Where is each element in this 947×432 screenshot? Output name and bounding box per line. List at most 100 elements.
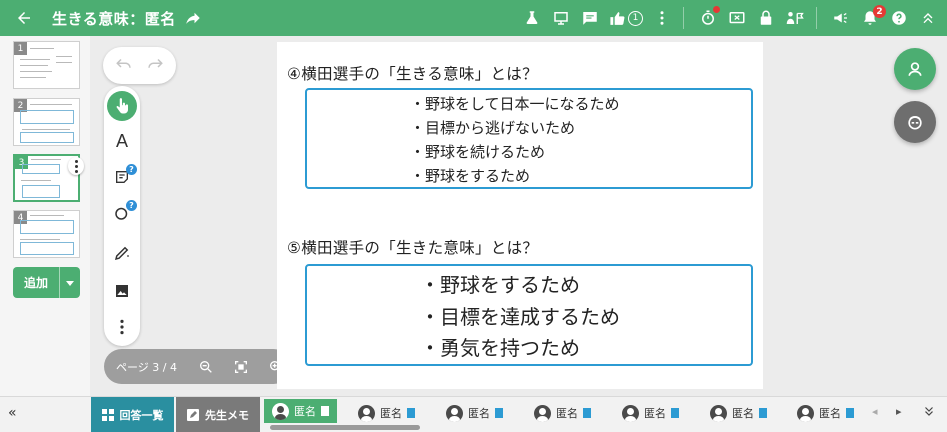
teacher-view-button[interactable] (894, 101, 936, 143)
comment-icon[interactable] (577, 5, 603, 31)
undo-redo-group (103, 47, 176, 84)
answer-item: ・目標から逃げないため (410, 119, 576, 137)
edit-note-icon (187, 409, 199, 421)
zoom-out-icon (200, 360, 212, 373)
redo-button[interactable] (146, 56, 164, 75)
student-name: 匿名 (380, 407, 402, 420)
share-button[interactable] (184, 9, 202, 27)
expand-down-button[interactable] (922, 403, 936, 422)
page-thumbnail-4[interactable]: 4 (13, 210, 80, 258)
page-thumbnail-2[interactable]: 2 (13, 98, 80, 146)
zoom-out-button[interactable] (191, 359, 221, 375)
page-thumbnail-panel: 1 2 3 4 追加 (0, 36, 90, 396)
shape-help-badge: ? (126, 200, 137, 211)
screen-share-icon[interactable] (724, 5, 750, 31)
more-vert-icon[interactable] (649, 5, 675, 31)
student-name: 匿名 (468, 407, 490, 420)
notification-count-badge: 2 (873, 5, 886, 18)
avatar-icon (534, 404, 551, 422)
sticky-note-tool-button[interactable]: ? (107, 162, 137, 192)
document-icon (671, 408, 679, 418)
document-icon (495, 408, 503, 418)
add-page-dropdown[interactable] (60, 267, 80, 298)
avatar-icon (797, 404, 814, 422)
scroll-left-button[interactable]: ◂ (872, 405, 878, 418)
answer-box-4[interactable]: ・野球をして日本一になるため ・目標から逃げないため ・野球を続けるため ・野球… (305, 88, 753, 189)
worksheet-page[interactable]: ④横田選手の「生きる意味」とは？ ・野球をして日本一になるため ・目標から逃げな… (277, 42, 763, 389)
student-name: 匿名 (294, 405, 316, 418)
person-icon (908, 62, 922, 76)
student-tab[interactable]: 匿名 (358, 401, 415, 425)
fit-screen-icon (235, 360, 247, 373)
shape-tool-button[interactable]: ? (107, 198, 137, 228)
teacher-memo-tab[interactable]: 先生メモ (176, 397, 260, 432)
timer-icon[interactable] (695, 5, 721, 31)
document-icon (407, 408, 415, 418)
document-icon (321, 406, 329, 416)
question-5-title: ⑤横田選手の「生きた意味」とは？ (287, 239, 539, 257)
pencil-icon (114, 246, 129, 261)
page-thumbnail-3[interactable]: 3 (13, 154, 84, 202)
bottom-bar: « 回答一覧 先生メモ 匿名 匿名 匿名 匿名 匿名 匿名 匿名 ◂ ▸ (0, 396, 947, 432)
thumbnail-menu-button[interactable] (68, 157, 84, 175)
student-name: 匿名 (644, 407, 666, 420)
help-icon[interactable] (886, 5, 912, 31)
answer-box-5[interactable]: ・野球をするため ・目標を達成するため ・勇気を持つため (305, 264, 753, 366)
user-view-button[interactable] (894, 48, 936, 90)
more-tools-button[interactable] (107, 312, 137, 342)
pen-tool-button[interactable] (107, 238, 137, 268)
megaphone-icon[interactable] (828, 5, 854, 31)
double-chevron-down-icon (925, 407, 933, 416)
flask-icon[interactable] (519, 5, 545, 31)
divider (683, 7, 684, 29)
document-icon (583, 408, 591, 418)
answer-list-5: ・野球をするため ・目標を達成するため ・勇気を持つため (420, 270, 620, 365)
document-icon (846, 408, 854, 418)
student-tab[interactable]: 匿名 (446, 401, 503, 425)
student-tab[interactable]: 匿名 (710, 401, 767, 425)
thumbs-count: 1 (628, 10, 643, 26)
lock-icon[interactable] (753, 5, 779, 31)
answer-item: ・野球をするため (420, 273, 580, 297)
scroll-right-button[interactable]: ▸ (896, 405, 902, 418)
class-flag-icon[interactable] (782, 5, 808, 31)
notification-bell-icon[interactable]: 2 (857, 5, 886, 31)
image-icon (116, 285, 128, 297)
avatar-icon (272, 402, 289, 420)
student-tab[interactable]: 匿名 (797, 401, 854, 425)
thumbs-up-icon[interactable]: 1 (606, 5, 646, 31)
pointer-tool-button[interactable] (107, 91, 137, 121)
student-tab[interactable]: 匿名 (264, 399, 337, 423)
presenter-icon[interactable] (548, 5, 574, 31)
more-vert-icon (120, 319, 124, 335)
page-title: 生きる意味：匿名 (52, 9, 176, 28)
timer-indicator (713, 6, 720, 13)
undo-button[interactable] (115, 56, 133, 75)
add-page-button[interactable]: 追加 (13, 267, 80, 298)
teacher-face-icon (908, 116, 922, 130)
fit-screen-button[interactable] (226, 359, 256, 375)
collapse-panel-button[interactable]: « (8, 405, 17, 421)
image-tool-button[interactable] (107, 276, 137, 306)
horizontal-scrollbar[interactable] (270, 425, 420, 430)
collapse-up-icon[interactable] (915, 5, 941, 31)
student-tab[interactable]: 匿名 (622, 401, 679, 425)
back-button[interactable] (6, 0, 42, 36)
page-thumbnail-1[interactable]: 1 (13, 41, 80, 89)
answer-list-4: ・野球をして日本一になるため ・目標から逃げないため ・野球を続けるため ・野球… (410, 92, 620, 188)
answer-item: ・目標を達成するため (420, 304, 620, 329)
text-tool-button[interactable]: A (107, 126, 137, 156)
page-zoom-control: ページ 3 / 4 (104, 349, 291, 384)
student-name: 匿名 (732, 407, 754, 420)
arrow-left-icon (18, 12, 30, 24)
answers-list-label: 回答一覧 (119, 409, 164, 422)
student-tab[interactable]: 匿名 (534, 401, 591, 425)
answers-list-tab[interactable]: 回答一覧 (91, 397, 174, 432)
undo-icon (116, 58, 131, 68)
hand-pointer-icon (116, 98, 129, 114)
student-name: 匿名 (819, 407, 841, 420)
question-4-title: ④横田選手の「生きる意味」とは？ (287, 65, 538, 83)
answer-item: ・勇気を持つため (420, 336, 580, 360)
caret-down-icon (66, 280, 74, 286)
answer-item: ・野球をして日本一になるため (410, 95, 620, 113)
